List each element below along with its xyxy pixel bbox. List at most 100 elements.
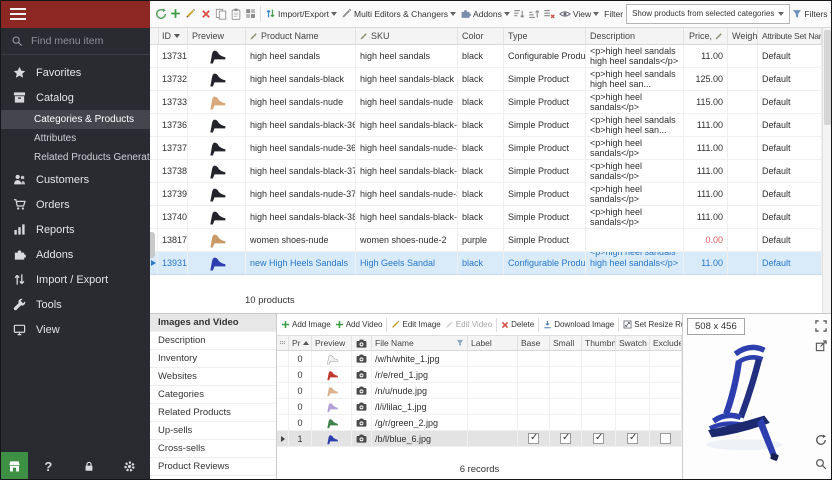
paste-button[interactable] xyxy=(228,3,243,25)
base-checkbox-cell[interactable] xyxy=(518,431,550,447)
fullscreen-button[interactable] xyxy=(813,318,829,334)
bottom-tab[interactable]: Images and Video xyxy=(150,314,276,332)
sidebar-item-orders[interactable]: Orders xyxy=(0,192,150,217)
scrollbar-thumb[interactable] xyxy=(824,30,831,125)
product-row[interactable]: 13733 high heel sandals-nude high heel s… xyxy=(150,91,822,114)
col-file-name[interactable]: File Name xyxy=(372,336,468,350)
col-exclude[interactable]: Exclude xyxy=(650,336,682,350)
product-row[interactable]: 13737 high heel sandals-nude-36 high hee… xyxy=(150,137,822,160)
image-row[interactable]: 0 /r/e/red_1.jpg xyxy=(277,367,682,383)
sort-ascending-button[interactable] xyxy=(512,3,527,25)
refresh-button[interactable] xyxy=(153,3,168,25)
base-checkbox-cell[interactable] xyxy=(518,399,550,415)
addons-menu[interactable]: Addons xyxy=(458,3,512,25)
base-checkbox[interactable] xyxy=(528,433,539,444)
clear-sort-button[interactable] xyxy=(542,3,557,25)
exclude-checkbox-cell[interactable] xyxy=(650,415,682,431)
image-row[interactable]: 0 /w/h/white_1.jpg xyxy=(277,351,682,367)
swatch-checkbox-cell[interactable] xyxy=(616,351,650,367)
sidebar-item-addons[interactable]: Addons xyxy=(0,242,150,267)
col-id[interactable]: ID xyxy=(158,28,188,44)
thumbnail-checkbox-cell[interactable] xyxy=(582,383,616,399)
swatch-checkbox[interactable] xyxy=(627,433,638,444)
col-description[interactable]: Description xyxy=(586,28,684,44)
small-checkbox[interactable] xyxy=(560,433,571,444)
edit-image-button[interactable]: Edit Image xyxy=(389,320,442,329)
col-small[interactable]: Small xyxy=(550,336,582,350)
product-row[interactable]: 13739 high heel sandals-nude-37 high hee… xyxy=(150,183,822,206)
col-priority[interactable]: Pr xyxy=(289,336,312,350)
product-row[interactable]: 13738 high heel sandals-black-37 high he… xyxy=(150,160,822,183)
bottom-tab[interactable]: Inventory xyxy=(150,350,276,368)
image-row[interactable]: 0 /g/r/green_2.jpg xyxy=(277,415,682,431)
lock-button[interactable] xyxy=(69,452,110,480)
sidebar-item-categories-products[interactable]: Categories & Products xyxy=(0,110,150,129)
product-row[interactable]: 13931 new High Heels Sandals High Geels … xyxy=(150,252,822,275)
edit-video-button[interactable]: Edit Video xyxy=(443,320,494,329)
col-label[interactable]: Label xyxy=(468,336,518,350)
sidebar-item-favorites[interactable]: Favorites xyxy=(0,60,150,85)
swatch-checkbox-cell[interactable] xyxy=(616,367,650,383)
images-grid-options[interactable] xyxy=(277,336,289,350)
store-button[interactable] xyxy=(0,452,28,480)
sort-descending-button[interactable] xyxy=(527,3,542,25)
multi-editors-menu[interactable]: Multi Editors & Changers xyxy=(339,3,458,25)
base-checkbox-cell[interactable] xyxy=(518,415,550,431)
sidebar-item-customers[interactable]: Customers xyxy=(0,167,150,192)
col-thumbnail[interactable]: Thumbna xyxy=(582,336,616,350)
set-resize-rule-button[interactable]: Set Resize Rule xyxy=(621,320,682,329)
bottom-tab[interactable]: Related Products xyxy=(150,404,276,422)
product-row[interactable]: 13731 high heel sandals high heel sandal… xyxy=(150,45,822,68)
sidebar-item-reports[interactable]: Reports xyxy=(0,217,150,242)
small-checkbox-cell[interactable] xyxy=(550,383,582,399)
sidebar-item-attributes[interactable]: Attributes xyxy=(0,129,150,148)
menu-search-input[interactable] xyxy=(31,35,131,47)
sidebar-item-import-export[interactable]: Import / Export xyxy=(0,267,150,292)
exclude-checkbox[interactable] xyxy=(660,433,671,444)
grid-vertical-scrollbar[interactable] xyxy=(822,28,832,313)
bottom-tab[interactable]: Cross-sells xyxy=(150,440,276,458)
thumbnail-checkbox-cell[interactable] xyxy=(582,351,616,367)
col-base[interactable]: Base xyxy=(518,336,550,350)
small-checkbox-cell[interactable] xyxy=(550,431,582,447)
product-row[interactable]: 13817 women shoes-nude women shoes-nude-… xyxy=(150,229,822,252)
product-row[interactable]: 13740 high heel sandals-black-38 high he… xyxy=(150,206,822,229)
col-preview[interactable]: Preview xyxy=(188,28,246,44)
delete-product-button[interactable] xyxy=(198,3,213,25)
base-checkbox-cell[interactable] xyxy=(518,367,550,383)
small-checkbox-cell[interactable] xyxy=(550,367,582,383)
filters-menu[interactable]: Filters xyxy=(790,3,832,25)
col-sku[interactable]: SKU xyxy=(356,28,458,44)
sidebar-item-tools[interactable]: Tools xyxy=(0,292,150,317)
thumbnail-checkbox-cell[interactable] xyxy=(582,367,616,383)
hamburger-menu-icon[interactable] xyxy=(10,8,26,20)
bottom-tab[interactable]: Categories xyxy=(150,386,276,404)
thumbnail-checkbox[interactable] xyxy=(593,433,604,444)
view-menu[interactable]: View xyxy=(557,3,601,25)
small-checkbox-cell[interactable] xyxy=(550,399,582,415)
base-checkbox-cell[interactable] xyxy=(518,383,550,399)
swatch-checkbox-cell[interactable] xyxy=(616,415,650,431)
edit-product-button[interactable] xyxy=(183,3,198,25)
col-price[interactable]: Price, xyxy=(684,28,728,44)
col-swatch[interactable]: Swatch xyxy=(616,336,650,350)
zoom-button[interactable] xyxy=(813,456,829,472)
thumbnail-checkbox-cell[interactable] xyxy=(582,431,616,447)
col-camera[interactable] xyxy=(352,336,372,350)
col-color[interactable]: Color xyxy=(458,28,504,44)
image-row[interactable]: 1 /b/l/blue_6.jpg xyxy=(277,431,682,447)
swatch-checkbox-cell[interactable] xyxy=(616,383,650,399)
swatch-checkbox-cell[interactable] xyxy=(616,399,650,415)
small-checkbox-cell[interactable] xyxy=(550,351,582,367)
sidebar-search[interactable] xyxy=(0,28,150,55)
download-image-button[interactable]: Download Image xyxy=(541,320,616,329)
exclude-checkbox-cell[interactable] xyxy=(650,399,682,415)
add-video-button[interactable]: Add Video xyxy=(333,320,385,329)
thumbnail-checkbox-cell[interactable] xyxy=(582,399,616,415)
category-filter-select[interactable]: Show products from selected categories xyxy=(626,4,790,24)
settings-button[interactable] xyxy=(109,452,150,480)
product-row[interactable]: 13732 high heel sandals-black high heel … xyxy=(150,68,822,91)
col-weight[interactable]: Weight xyxy=(728,28,758,44)
exclude-checkbox-cell[interactable] xyxy=(650,431,682,447)
exclude-checkbox-cell[interactable] xyxy=(650,367,682,383)
